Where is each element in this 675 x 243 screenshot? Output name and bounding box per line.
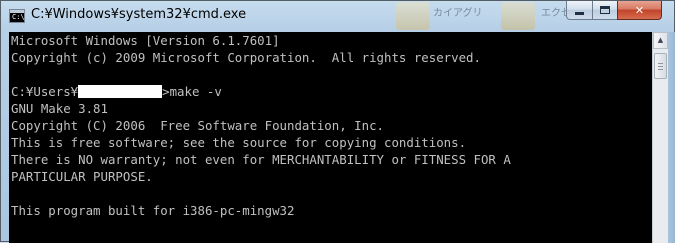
cmd-window-icon[interactable]: C:\ xyxy=(9,9,25,23)
console-line: There is NO warranty; not even for MERCH… xyxy=(11,152,511,167)
thumb-grip-line xyxy=(658,69,663,70)
console-line: Microsoft Windows [Version 6.1.7601] xyxy=(11,33,280,48)
minimize-icon xyxy=(575,11,584,15)
scroll-up-arrow-icon: ▲ xyxy=(657,36,664,44)
thumb-grip-line xyxy=(658,66,663,67)
console-line: Copyright (c) 2009 Microsoft Corporation… xyxy=(11,50,481,65)
maximize-icon xyxy=(600,6,610,14)
minimize-button[interactable] xyxy=(566,1,593,20)
console-prompt-line: C:¥Users¥ >make -v xyxy=(11,83,222,100)
console-line: GNU Make 3.81 xyxy=(11,101,108,116)
window-frame-right xyxy=(668,32,675,243)
redacted-username xyxy=(78,85,163,98)
close-button[interactable]: ✕ xyxy=(617,1,662,20)
console-line: This is free software; see the source fo… xyxy=(11,135,467,150)
thumb-grip-line xyxy=(658,63,663,64)
window-title: C:¥Windows¥system32¥cmd.exe xyxy=(31,7,247,22)
console-line: This program built for i386-pc-mingw32 xyxy=(11,203,295,218)
console-output[interactable]: Microsoft Windows [Version 6.1.7601] Cop… xyxy=(9,32,652,243)
icon-glyph: C:\ xyxy=(12,13,25,21)
prompt-path: C:¥Users¥ xyxy=(11,84,79,99)
background-desktop-icon xyxy=(396,2,430,30)
prompt-command: >make -v xyxy=(162,84,222,99)
scroll-up-button[interactable]: ▲ xyxy=(653,32,668,49)
console-line: PARTICULAR PURPOSE. xyxy=(11,169,153,184)
cmd-window: カイアグリ エクセル C:\ C:¥Windows¥system32¥cmd.e… xyxy=(0,0,675,243)
scrollbar-thumb[interactable] xyxy=(654,53,667,79)
background-desktop-label: カイアグリ xyxy=(433,8,483,19)
console-line: Copyright (C) 2006 Free Software Foundat… xyxy=(11,118,384,133)
vertical-scrollbar[interactable]: ▲ xyxy=(652,32,668,243)
maximize-button[interactable] xyxy=(592,1,618,20)
close-icon: ✕ xyxy=(634,3,645,17)
title-bar[interactable]: カイアグリ エクセル C:\ C:¥Windows¥system32¥cmd.e… xyxy=(1,1,674,32)
background-desktop-icon xyxy=(501,2,535,30)
